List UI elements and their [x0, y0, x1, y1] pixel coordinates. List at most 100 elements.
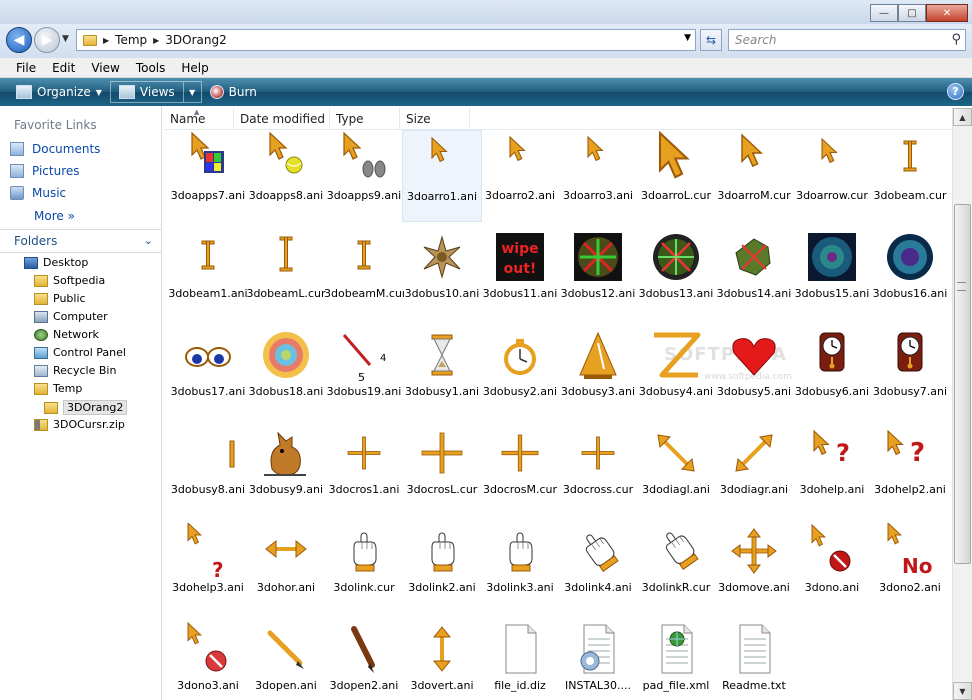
- file-item-3dobus16-ani[interactable]: 3dobus16.ani: [870, 228, 950, 320]
- forward-button[interactable]: ▶: [34, 27, 60, 53]
- column-name[interactable]: ▲ Name: [164, 108, 234, 130]
- organize-button[interactable]: Organize ▼: [8, 80, 110, 104]
- scroll-up-button[interactable]: ▲: [953, 108, 972, 126]
- tree-item-softpedia[interactable]: Softpedia: [34, 274, 105, 287]
- vertical-scrollbar[interactable]: ▲ ▼: [952, 108, 972, 700]
- file-item-3dovert-ani[interactable]: 3dovert.ani: [402, 620, 482, 700]
- file-item-3dobus11-ani[interactable]: wipe out! 3dobus11.ani: [480, 228, 560, 320]
- tree-item-3docursr-zip[interactable]: 3DOCursr.zip: [34, 418, 125, 431]
- file-item-3dono3-ani[interactable]: 3dono3.ani: [168, 620, 248, 700]
- tree-item-3dorang2[interactable]: 3DOrang2: [44, 400, 128, 415]
- breadcrumb-separator-icon[interactable]: ▶: [103, 36, 109, 45]
- file-item-3dolink3-ani[interactable]: 3dolink3.ani: [480, 522, 560, 614]
- more-links[interactable]: More »: [34, 209, 75, 223]
- burn-button[interactable]: Burn: [202, 80, 265, 104]
- file-item-3dohelp-ani[interactable]: ? 3dohelp.ani: [792, 424, 872, 516]
- maximize-button[interactable]: □: [898, 4, 926, 22]
- file-item-3docross-cur[interactable]: 3docross.cur: [558, 424, 638, 516]
- search-icon[interactable]: ⚲: [951, 32, 961, 47]
- file-item-3docrosm-cur[interactable]: 3docrosM.cur: [480, 424, 560, 516]
- file-item-3dobusy1-ani[interactable]: 3dobusy1.ani: [402, 326, 482, 418]
- address-dropdown-icon[interactable]: ▼: [684, 33, 691, 43]
- file-item-readme-txt[interactable]: Readme.txt: [714, 620, 794, 700]
- file-item-3doarrow-cur[interactable]: 3doarrow.cur: [792, 130, 872, 222]
- file-item-3dobus14-ani[interactable]: 3dobus14.ani: [714, 228, 794, 320]
- views-button[interactable]: Views: [111, 82, 183, 102]
- file-item-3dobus12-ani[interactable]: 3dobus12.ani: [558, 228, 638, 320]
- scroll-thumb[interactable]: [954, 204, 971, 564]
- file-item-3dolink4-ani[interactable]: 3dolink4.ani: [558, 522, 638, 614]
- breadcrumb-temp[interactable]: Temp: [115, 33, 147, 47]
- file-item-3dobus13-ani[interactable]: 3dobus13.ani: [636, 228, 716, 320]
- favorite-documents[interactable]: Documents: [10, 142, 100, 156]
- file-item-instal30[interactable]: INSTAL30....: [558, 620, 638, 700]
- file-item-3dobeam1-ani[interactable]: 3dobeam1.ani: [168, 228, 248, 320]
- file-item-3docrosl-cur[interactable]: 3docrosL.cur: [402, 424, 482, 516]
- scroll-down-button[interactable]: ▼: [953, 682, 972, 700]
- file-item-3dohor-ani[interactable]: 3dohor.ani: [246, 522, 326, 614]
- file-item-3dobusy5-ani[interactable]: 3dobusy5.ani: [714, 326, 794, 418]
- file-item-3doapps8-ani[interactable]: 3doapps8.ani: [246, 130, 326, 222]
- back-button[interactable]: ◀: [6, 27, 32, 53]
- file-item-3dobus15-ani[interactable]: 3dobus15.ani: [792, 228, 872, 320]
- file-item-3dobusy8-ani[interactable]: 3dobusy8.ani: [168, 424, 248, 516]
- menu-file[interactable]: File: [8, 61, 44, 75]
- menu-help[interactable]: Help: [173, 61, 216, 75]
- file-item-3dobusy2-ani[interactable]: 3dobusy2.ani: [480, 326, 560, 418]
- file-item-3doarro3-ani[interactable]: 3doarro3.ani: [558, 130, 638, 222]
- menu-view[interactable]: View: [83, 61, 127, 75]
- favorite-pictures[interactable]: Pictures: [10, 164, 80, 178]
- menu-tools[interactable]: Tools: [128, 61, 174, 75]
- file-item-3doapps9-ani[interactable]: 3doapps9.ani: [324, 130, 404, 222]
- tree-item-public[interactable]: Public: [34, 292, 86, 305]
- file-item-3dopen2-ani[interactable]: 3dopen2.ani: [324, 620, 404, 700]
- file-item-3dolink2-ani[interactable]: 3dolink2.ani: [402, 522, 482, 614]
- tree-item-desktop[interactable]: Desktop: [24, 256, 88, 269]
- search-input[interactable]: Search ⚲: [728, 29, 966, 51]
- file-item-3dobus10-ani[interactable]: 3dobus10.ani: [402, 228, 482, 320]
- file-item-3doarrom-cur[interactable]: 3doarroM.cur: [714, 130, 794, 222]
- file-item-3dobus18-ani[interactable]: 3dobus18.ani: [246, 326, 326, 418]
- breadcrumb-3dorang2[interactable]: 3DOrang2: [165, 33, 226, 47]
- tree-item-computer[interactable]: Computer: [34, 310, 108, 323]
- tree-item-recycle-bin[interactable]: Recycle Bin: [34, 364, 116, 377]
- file-item-3domove-ani[interactable]: 3domove.ani: [714, 522, 794, 614]
- file-item-3dobus19-ani[interactable]: 5 4 3dobus19.ani: [324, 326, 404, 418]
- menu-edit[interactable]: Edit: [44, 61, 83, 75]
- recent-pages-dropdown[interactable]: ▼: [62, 34, 69, 44]
- file-item-3dopen-ani[interactable]: 3dopen.ani: [246, 620, 326, 700]
- minimize-button[interactable]: —: [870, 4, 898, 22]
- tree-item-control-panel[interactable]: Control Panel: [34, 346, 126, 359]
- breadcrumb-separator-icon[interactable]: ▶: [153, 36, 159, 45]
- refresh-button[interactable]: ⇆: [700, 29, 722, 51]
- file-item-3doapps7-ani[interactable]: 3doapps7.ani: [168, 130, 248, 222]
- file-item-3doarrol-cur[interactable]: 3doarroL.cur: [636, 130, 716, 222]
- column-type[interactable]: Type: [330, 108, 400, 130]
- tree-item-network[interactable]: Network: [34, 328, 99, 341]
- tree-item-temp[interactable]: Temp: [34, 382, 82, 395]
- close-button[interactable]: ✕: [926, 4, 968, 22]
- address-bar[interactable]: ▶ Temp ▶ 3DOrang2 ▼: [76, 29, 696, 51]
- file-item-3dobus17-ani[interactable]: 3dobus17.ani: [168, 326, 248, 418]
- file-item-file-id-diz[interactable]: file_id.diz: [480, 620, 560, 700]
- file-item-3dobeamm-cur[interactable]: 3dobeamM.cur: [324, 228, 404, 320]
- file-item-3dobeam-cur[interactable]: 3dobeam.cur: [870, 130, 950, 222]
- file-item-pad-file-xml[interactable]: pad_file.xml: [636, 620, 716, 700]
- file-item-3dodiagr-ani[interactable]: 3dodiagr.ani: [714, 424, 794, 516]
- file-item-3dono-ani[interactable]: 3dono.ani: [792, 522, 872, 614]
- file-item-3dobusy7-ani[interactable]: 3dobusy7.ani: [870, 326, 950, 418]
- file-item-3dohelp2-ani[interactable]: ? 3dohelp2.ani: [870, 424, 950, 516]
- file-item-3dohelp3-ani[interactable]: ? 3dohelp3.ani: [168, 522, 248, 614]
- file-item-3dobusy6-ani[interactable]: 3dobusy6.ani: [792, 326, 872, 418]
- help-icon[interactable]: ?: [947, 83, 964, 100]
- file-item-3dobusy9-ani[interactable]: 3dobusy9.ani: [246, 424, 326, 516]
- file-item-3dodiagl-ani[interactable]: 3dodiagl.ani: [636, 424, 716, 516]
- file-item-3dobeaml-cur[interactable]: 3dobeamL.cur: [246, 228, 326, 320]
- file-item-3dolink-cur[interactable]: 3dolink.cur: [324, 522, 404, 614]
- file-item-3dobusy3-ani[interactable]: 3dobusy3.ani: [558, 326, 638, 418]
- column-date-modified[interactable]: Date modified: [234, 108, 330, 130]
- file-item-3dono2-ani[interactable]: No 3dono2.ani: [870, 522, 950, 614]
- file-item-3doarro2-ani[interactable]: 3doarro2.ani: [480, 130, 560, 222]
- favorite-music[interactable]: Music: [10, 186, 66, 200]
- folders-header[interactable]: Folders ⌄: [0, 229, 161, 253]
